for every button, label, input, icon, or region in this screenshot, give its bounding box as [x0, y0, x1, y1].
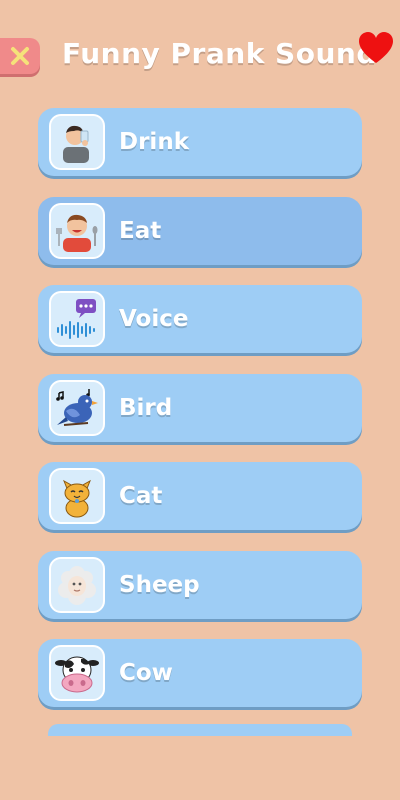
item-label: Bird — [119, 394, 173, 421]
item-label: Sheep — [119, 571, 200, 598]
voice-icon — [57, 299, 96, 339]
list-item-partial — [48, 724, 352, 736]
thumbnail — [49, 556, 105, 613]
sound-list: Drink Eat Voice Bird Cat Sheep Cow — [38, 108, 362, 728]
thumbnail — [49, 468, 105, 524]
thumbnail — [49, 645, 105, 701]
sound-item-drink[interactable]: Drink — [38, 108, 362, 176]
cat-icon — [63, 479, 91, 518]
drink-icon — [63, 125, 89, 163]
eat-icon — [56, 214, 98, 252]
sound-item-cat[interactable]: Cat — [38, 462, 362, 530]
thumbnail — [49, 114, 105, 170]
thumbnail — [49, 379, 105, 436]
heart-icon[interactable] — [358, 31, 394, 67]
thumbnail — [49, 291, 105, 347]
sheep-icon — [58, 565, 96, 605]
item-label: Cat — [119, 483, 163, 509]
sound-item-eat[interactable]: Eat — [38, 196, 362, 265]
bird-icon — [56, 388, 98, 426]
item-label: Eat — [119, 217, 162, 244]
sound-item-cow[interactable]: Cow — [38, 639, 362, 707]
cow-icon — [55, 656, 99, 693]
thumbnail — [49, 202, 105, 259]
sound-item-voice[interactable]: Voice — [38, 285, 362, 353]
item-label: Voice — [119, 306, 189, 332]
header: Funny Prank Sound — [0, 0, 400, 100]
page-title: Funny Prank Sound — [62, 37, 377, 70]
item-label: Cow — [119, 660, 173, 686]
item-label: Drink — [119, 129, 189, 155]
close-icon — [11, 47, 29, 65]
sound-item-bird[interactable]: Bird — [38, 373, 362, 442]
sound-item-sheep[interactable]: Sheep — [38, 550, 362, 619]
close-button[interactable] — [0, 38, 40, 74]
